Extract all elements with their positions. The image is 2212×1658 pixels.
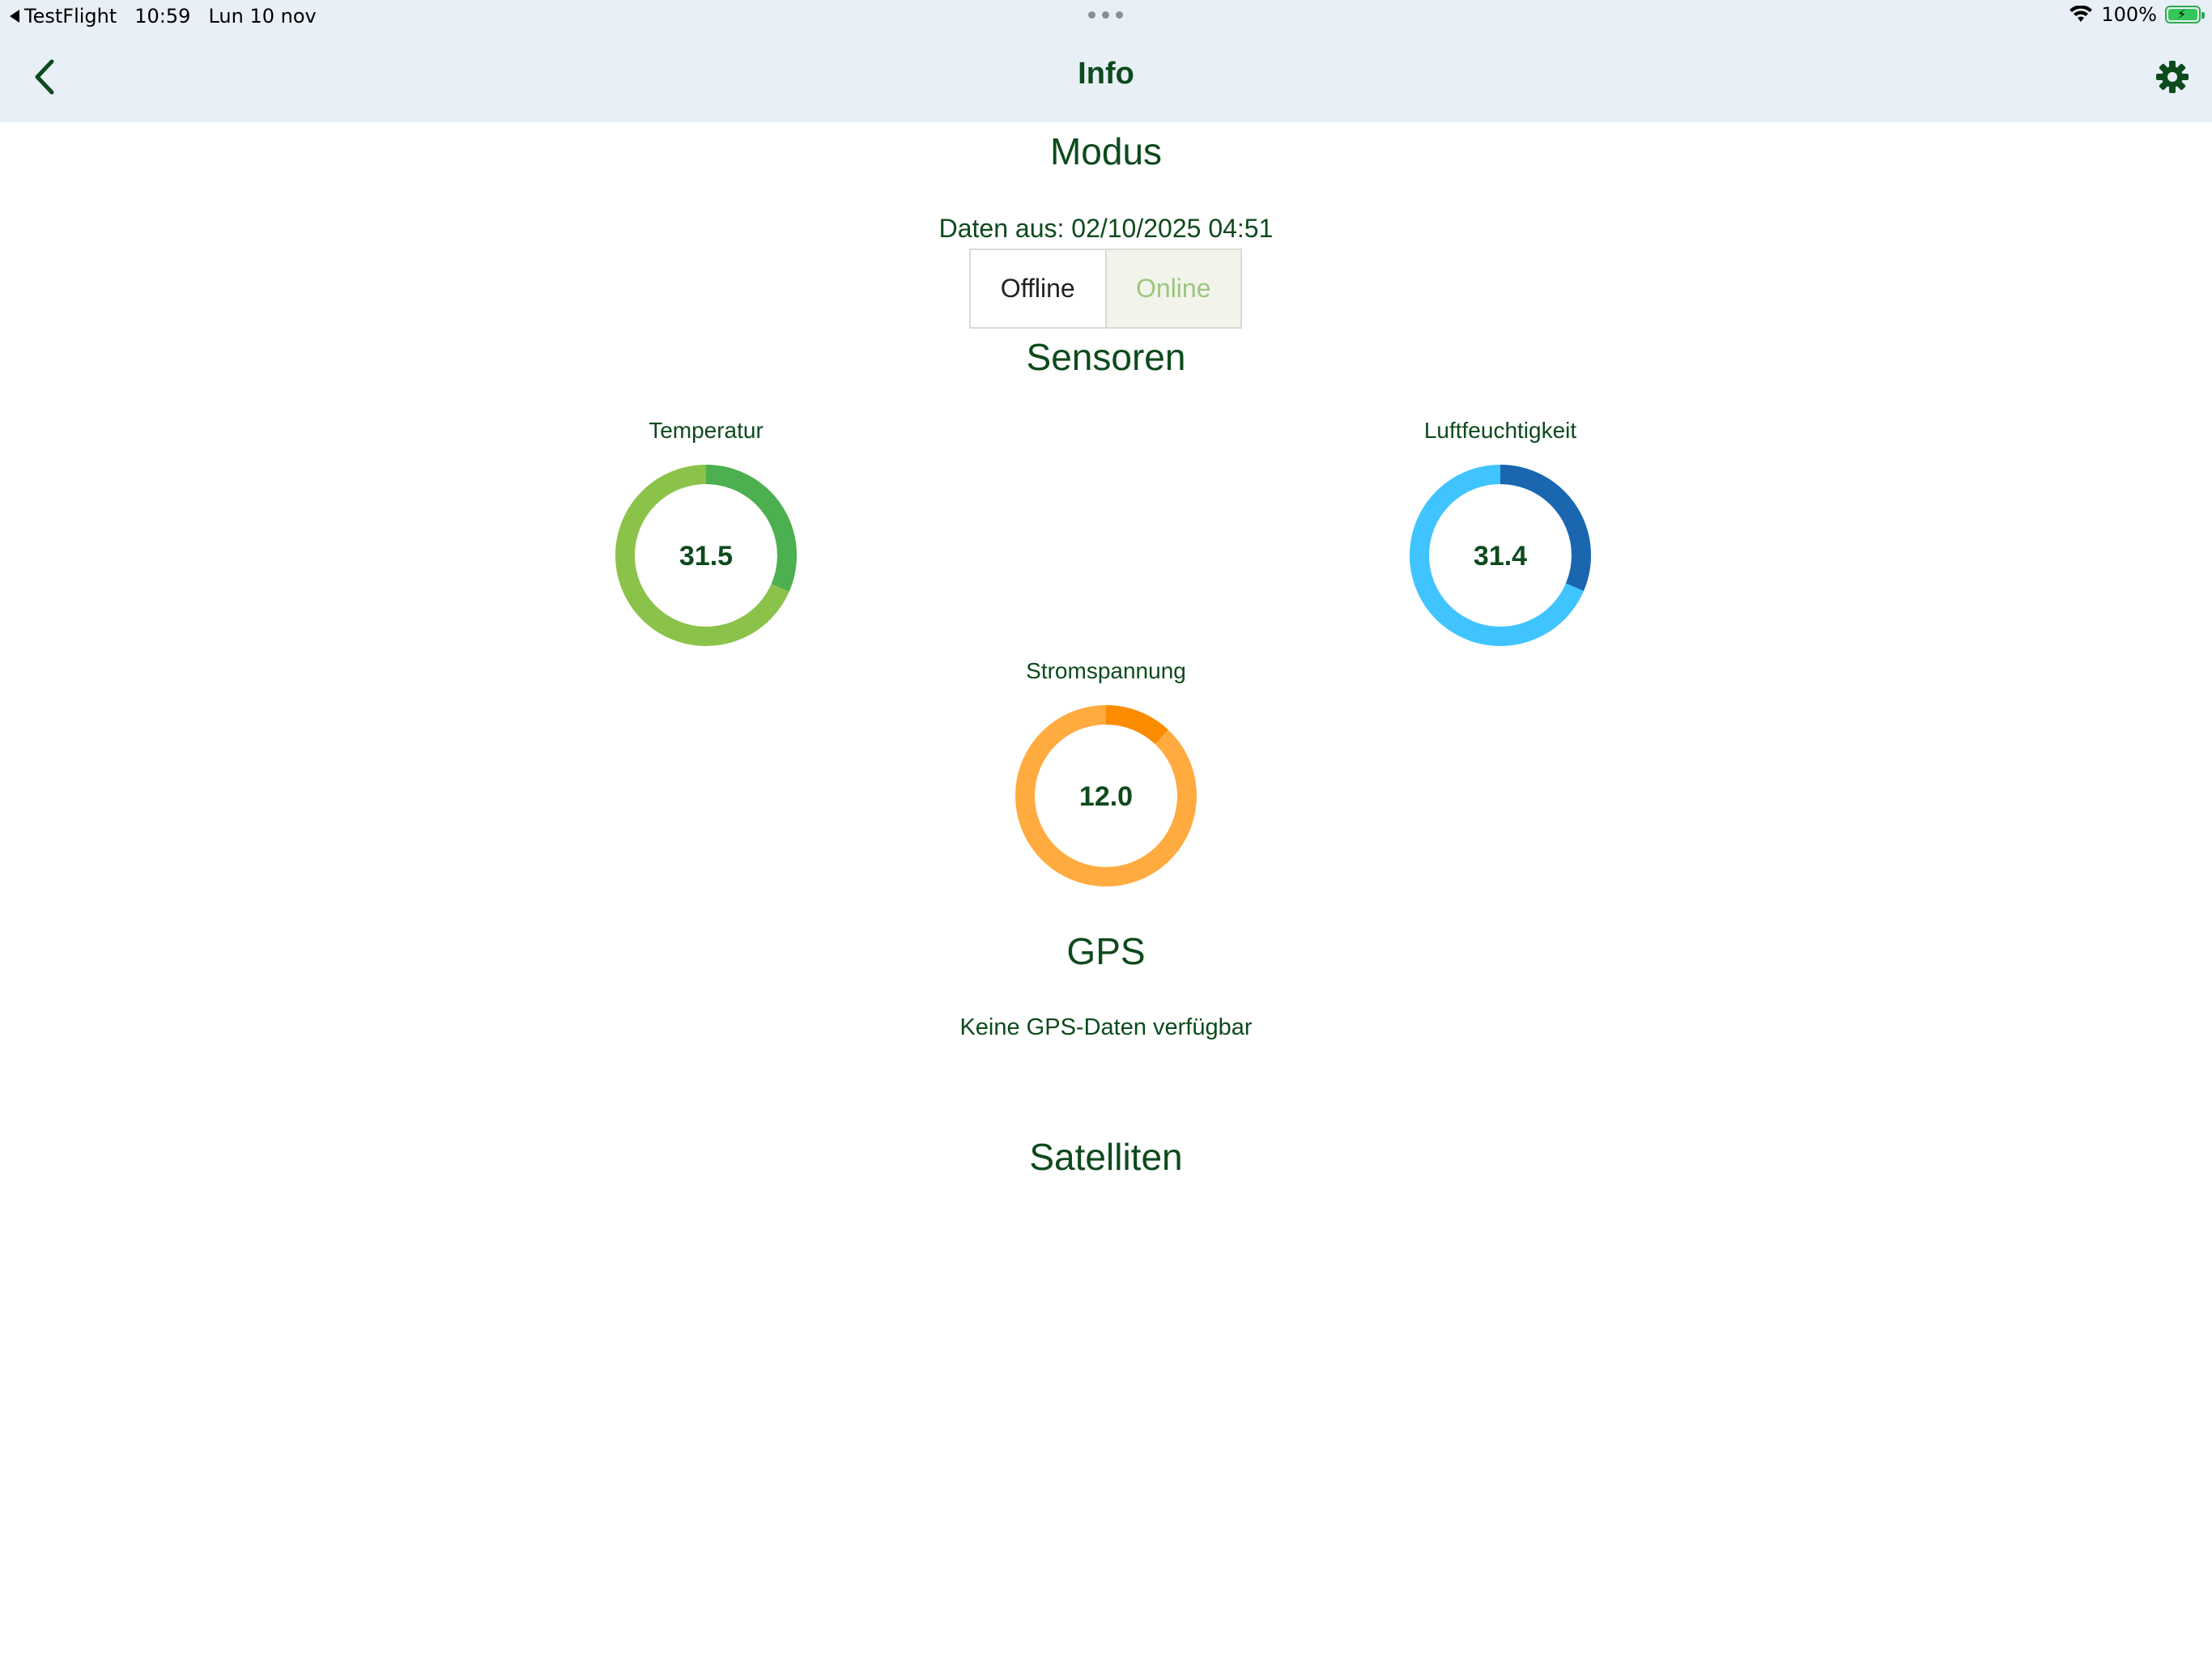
gauge-label: Luftfeuchtigkeit (1423, 418, 1577, 443)
segment-offline[interactable]: Offline (971, 250, 1107, 327)
back-to-app-link[interactable]: TestFlight (10, 5, 117, 28)
status-date: Lun 10 nov (208, 5, 317, 28)
gauge-temperatur: Temperatur 31.5 (609, 418, 803, 653)
gauge-label: Stromspannung (1026, 658, 1186, 683)
page-title: Info (1078, 57, 1134, 91)
gps-message: Keine GPS-Daten verfügbar (959, 1014, 1253, 1040)
back-app-label: TestFlight (24, 5, 117, 28)
back-triangle-icon (10, 10, 19, 23)
status-time: 10:59 (134, 5, 191, 28)
gauge-value: 31.4 (1473, 541, 1528, 572)
wifi-icon (2069, 6, 2093, 22)
gauge-stromspannung: Stromspannung 12.0 (1009, 658, 1203, 893)
section-title-modus: Modus (1049, 130, 1163, 172)
section-title-gps: GPS (1066, 930, 1146, 972)
section-title-satelliten: Satelliten (1029, 1136, 1183, 1178)
gauge-luftfeuchtigkeit: Luftfeuchtigkeit 31.4 (1403, 418, 1597, 653)
status-bar: TestFlight 10:59 Lun 10 nov 100% ⚡ (0, 0, 2212, 32)
section-title-sensoren: Sensoren (1026, 336, 1186, 378)
segment-online[interactable]: Online (1106, 250, 1240, 327)
battery-percent: 100% (2101, 3, 2157, 26)
battery-charging-icon: ⚡ (2165, 6, 2205, 23)
multitasking-dots-icon[interactable] (1088, 11, 1123, 19)
gauge-value: 31.5 (678, 541, 734, 572)
data-timestamp: Daten aus: 02/10/2025 04:51 (938, 214, 1274, 243)
gauge-value: 12.0 (1078, 781, 1134, 812)
gear-icon[interactable] (2155, 60, 2189, 94)
gauge-label: Temperatur (649, 418, 764, 443)
mode-segmented-control[interactable]: Offline Online (969, 249, 1242, 329)
